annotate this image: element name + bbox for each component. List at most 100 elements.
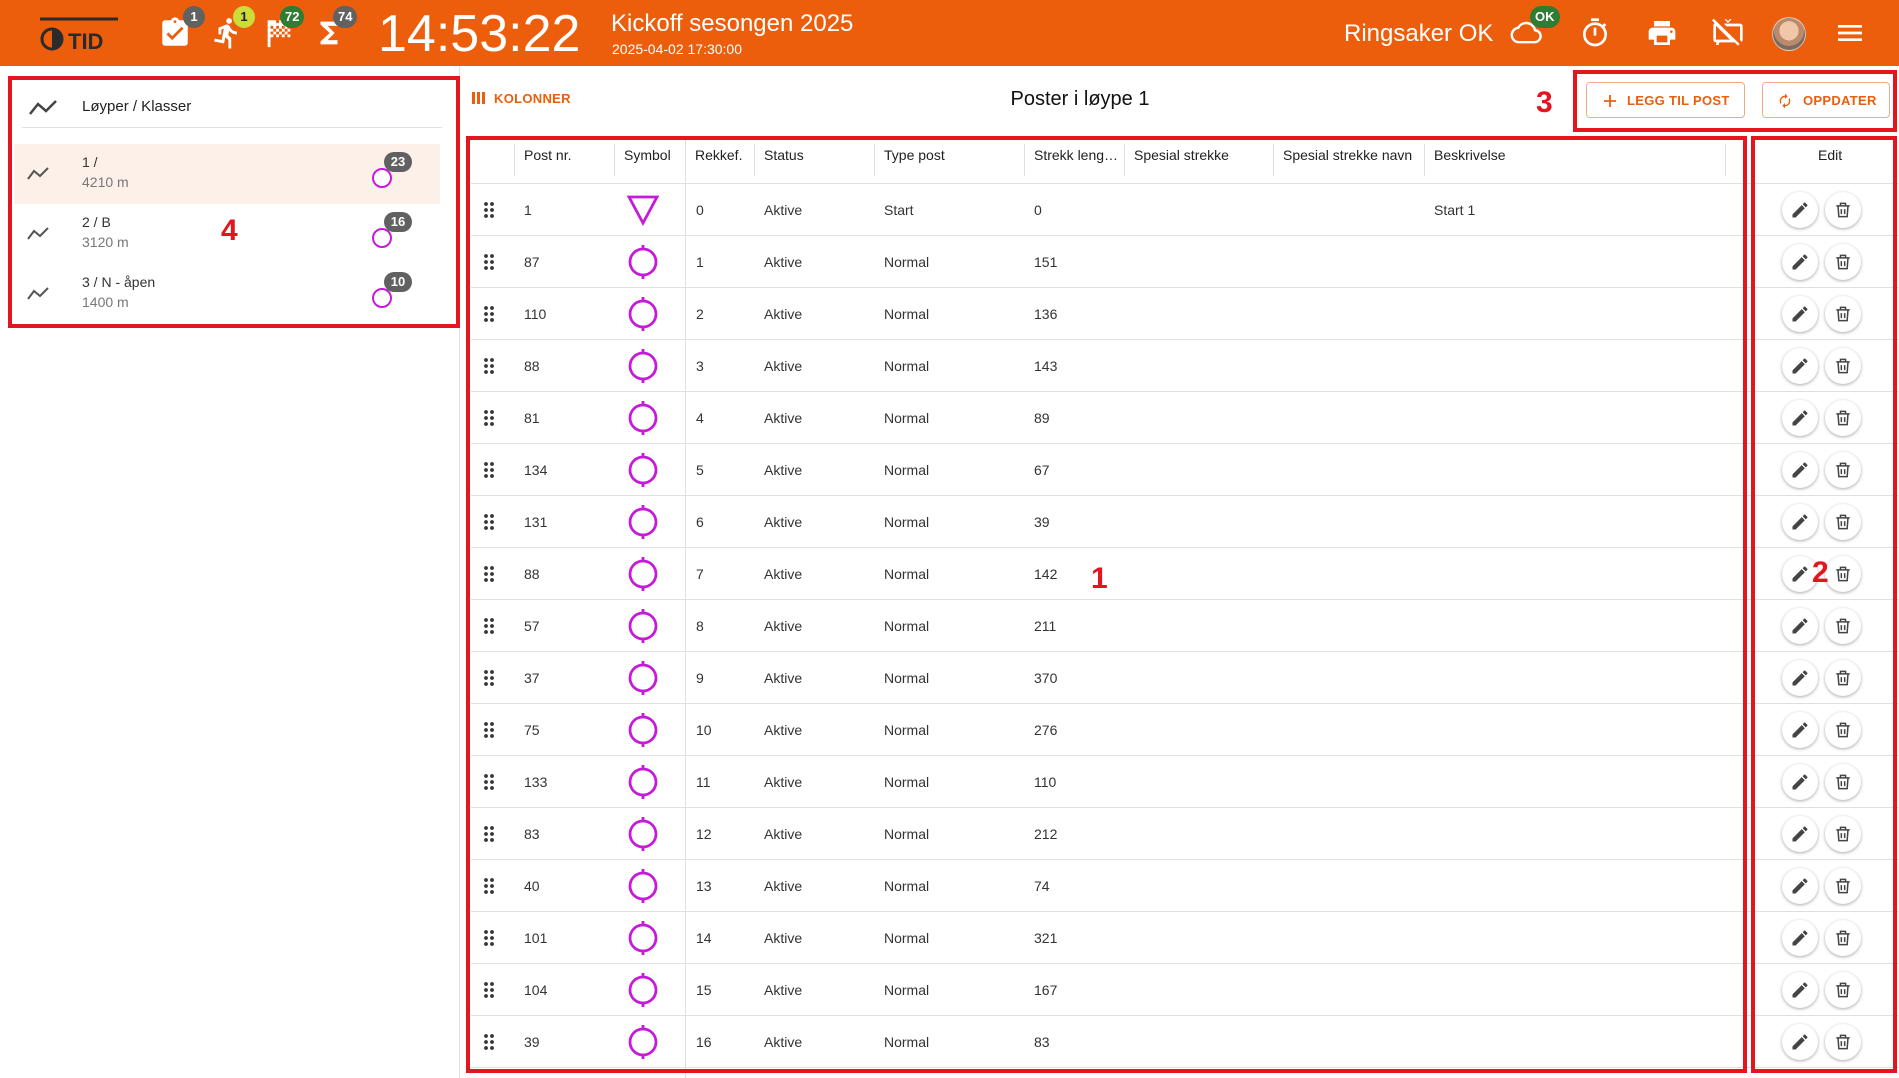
drag-handle-icon[interactable]	[484, 825, 494, 843]
table-row[interactable]: 75 10 Aktive Normal 276	[471, 704, 1899, 756]
table-row[interactable]: 57 8 Aktive Normal 211	[471, 600, 1899, 652]
drag-handle-icon[interactable]	[484, 721, 494, 739]
drag-handle-icon[interactable]	[484, 669, 494, 687]
drag-handle-icon[interactable]	[484, 409, 494, 427]
delete-button[interactable]	[1825, 868, 1861, 904]
delete-button[interactable]	[1825, 608, 1861, 644]
cell-post: 83	[524, 826, 540, 842]
drag-handle-icon[interactable]	[484, 201, 494, 219]
table-row[interactable]: 110 2 Aktive Normal 136	[471, 288, 1899, 340]
edit-button[interactable]	[1782, 504, 1818, 540]
drag-handle-icon[interactable]	[484, 617, 494, 635]
drag-handle-icon[interactable]	[484, 305, 494, 323]
tv-off-icon[interactable]	[1712, 17, 1744, 49]
table-row[interactable]: 134 5 Aktive Normal 67	[471, 444, 1899, 496]
edit-button[interactable]	[1782, 660, 1818, 696]
delete-button[interactable]	[1825, 920, 1861, 956]
delete-button[interactable]	[1825, 192, 1861, 228]
table-row[interactable]: 81 4 Aktive Normal 89	[471, 392, 1899, 444]
column-header-length[interactable]: Strekk leng…	[1034, 147, 1118, 163]
drag-handle-icon[interactable]	[484, 253, 494, 271]
drag-handle-icon[interactable]	[484, 929, 494, 947]
delete-button[interactable]	[1825, 296, 1861, 332]
course-item[interactable]: 1 / 4210 m 23	[14, 144, 440, 204]
delete-button[interactable]	[1825, 712, 1861, 748]
column-header-type[interactable]: Type post	[884, 147, 945, 163]
control-circle-icon	[628, 817, 658, 851]
delete-button[interactable]	[1825, 1024, 1861, 1060]
drag-handle-icon[interactable]	[484, 981, 494, 999]
otid-logo[interactable]: TID	[38, 14, 120, 54]
table-row[interactable]: 83 12 Aktive Normal 212	[471, 808, 1899, 860]
user-avatar[interactable]	[1772, 17, 1806, 51]
table-row[interactable]: 88 3 Aktive Normal 143	[471, 340, 1899, 392]
edit-button[interactable]	[1782, 764, 1818, 800]
delete-button[interactable]	[1825, 452, 1861, 488]
add-post-button[interactable]: LEGG TIL POST	[1586, 82, 1745, 118]
edit-button[interactable]	[1782, 348, 1818, 384]
column-header-status[interactable]: Status	[764, 147, 804, 163]
column-header-special[interactable]: Spesial strekke	[1134, 147, 1229, 163]
trash-icon	[1836, 826, 1850, 842]
edit-button[interactable]	[1782, 296, 1818, 332]
edit-button[interactable]	[1782, 400, 1818, 436]
runner-count-badge: 1	[233, 6, 255, 28]
control-circle-icon	[628, 713, 658, 747]
stopwatch-icon[interactable]	[1579, 17, 1611, 49]
edit-button[interactable]	[1782, 1024, 1818, 1060]
drag-handle-icon[interactable]	[484, 565, 494, 583]
course-item[interactable]: 3 / N - åpen 1400 m 10	[14, 264, 440, 324]
hamburger-menu-icon[interactable]	[1834, 17, 1866, 49]
event-title[interactable]: Kickoff sesongen 2025	[611, 10, 853, 38]
table-row[interactable]: 101 14 Aktive Normal 321	[471, 912, 1899, 964]
column-header-symbol[interactable]: Symbol	[624, 147, 671, 163]
club-name[interactable]: Ringsaker OK	[1344, 20, 1493, 48]
edit-button[interactable]	[1782, 816, 1818, 852]
cell-length: 67	[1034, 462, 1050, 478]
column-header-order[interactable]: Rekkef.	[695, 147, 742, 163]
edit-button[interactable]	[1782, 712, 1818, 748]
edit-button[interactable]	[1782, 244, 1818, 280]
delete-button[interactable]	[1825, 972, 1861, 1008]
table-row[interactable]: 1 0 Aktive Start 0 Start 1	[471, 184, 1899, 236]
drag-handle-icon[interactable]	[484, 357, 494, 375]
edit-button[interactable]	[1782, 868, 1818, 904]
edit-button[interactable]	[1782, 608, 1818, 644]
delete-button[interactable]	[1825, 504, 1861, 540]
drag-handle-icon[interactable]	[484, 877, 494, 895]
delete-button[interactable]	[1825, 348, 1861, 384]
delete-button[interactable]	[1825, 400, 1861, 436]
cell-post: 81	[524, 410, 540, 426]
drag-handle-icon[interactable]	[484, 461, 494, 479]
print-icon[interactable]	[1646, 17, 1678, 49]
table-row[interactable]: 87 1 Aktive Normal 151	[471, 236, 1899, 288]
table-row[interactable]: 104 15 Aktive Normal 167	[471, 964, 1899, 1016]
edit-button[interactable]	[1782, 972, 1818, 1008]
drag-handle-icon[interactable]	[484, 1033, 494, 1051]
table-row[interactable]: 131 6 Aktive Normal 39	[471, 496, 1899, 548]
cell-order: 3	[696, 358, 704, 374]
edit-button[interactable]	[1782, 192, 1818, 228]
delete-button[interactable]	[1825, 660, 1861, 696]
column-header-description[interactable]: Beskrivelse	[1434, 147, 1506, 163]
table-row[interactable]: 133 11 Aktive Normal 110	[471, 756, 1899, 808]
table-row[interactable]: 39 16 Aktive Normal 83	[471, 1016, 1899, 1068]
delete-button[interactable]	[1825, 816, 1861, 852]
table-row[interactable]: 88 7 Aktive Normal 142	[471, 548, 1899, 600]
table-row[interactable]: 40 13 Aktive Normal 74	[471, 860, 1899, 912]
column-header-post[interactable]: Post nr.	[524, 147, 571, 163]
table-row[interactable]: 37 9 Aktive Normal 370	[471, 652, 1899, 704]
drag-handle-icon[interactable]	[484, 773, 494, 791]
delete-button[interactable]	[1825, 244, 1861, 280]
drag-handle-icon[interactable]	[484, 513, 494, 531]
columns-button[interactable]: KOLONNER	[472, 91, 571, 106]
edit-button[interactable]	[1782, 920, 1818, 956]
edit-button[interactable]	[1782, 452, 1818, 488]
column-header-special-name[interactable]: Spesial strekke navn	[1283, 147, 1412, 163]
delete-button[interactable]	[1825, 556, 1861, 592]
cell-order: 13	[696, 878, 712, 894]
control-circle-icon	[628, 401, 658, 435]
delete-button[interactable]	[1825, 764, 1861, 800]
control-count-badge: 16	[384, 212, 412, 232]
refresh-button[interactable]: OPPDATER	[1762, 82, 1890, 118]
